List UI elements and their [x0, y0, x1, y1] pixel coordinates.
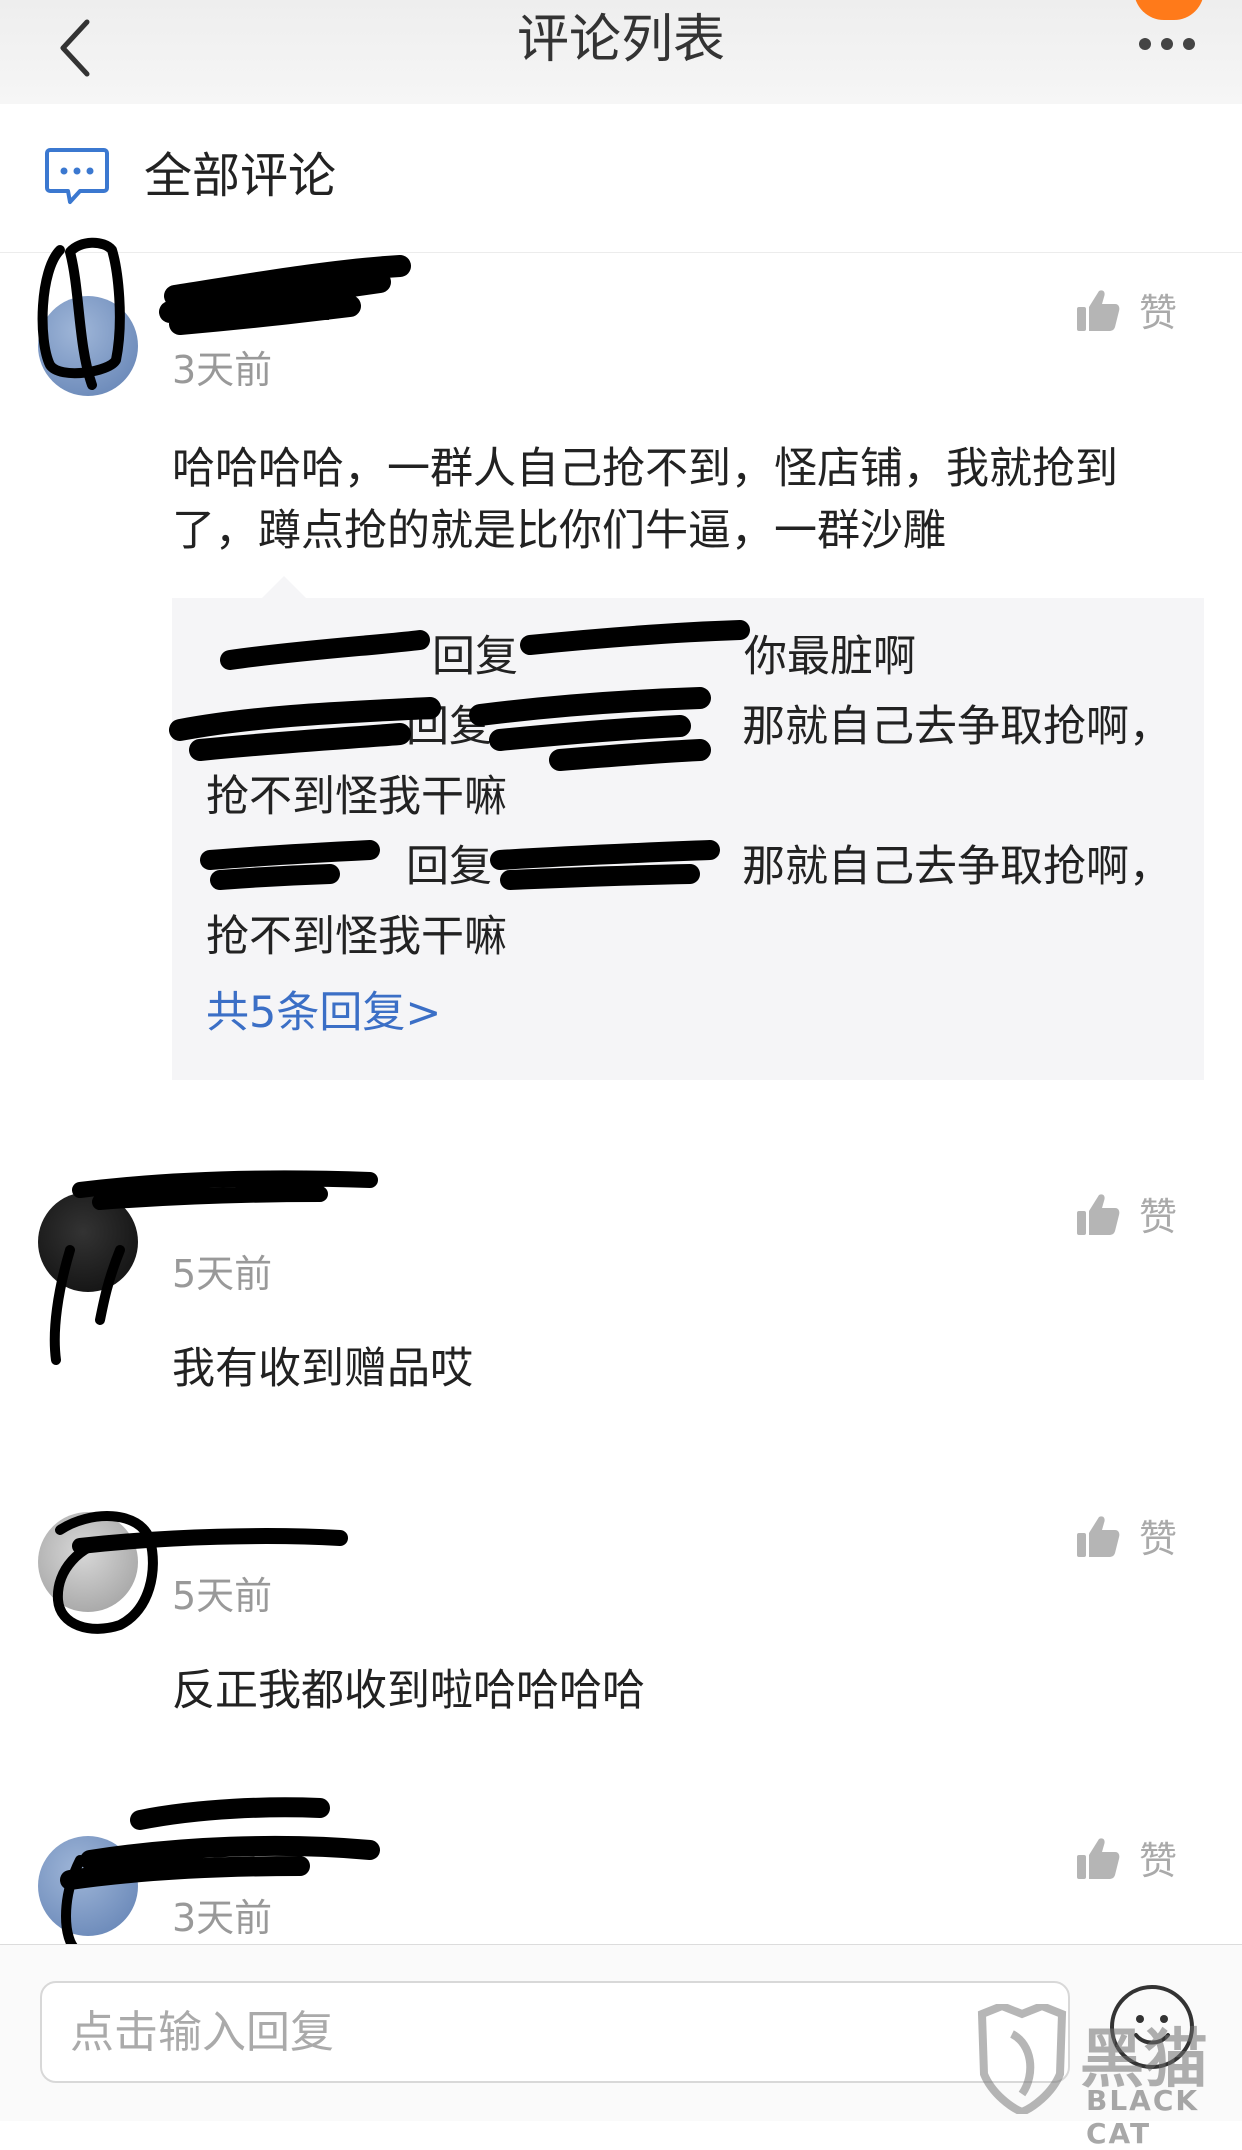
- watermark-en: BLACK CAT: [1086, 2084, 1200, 2150]
- comment-item: 5天前 赞 反正我都收到啦哈哈哈哈: [0, 1482, 1242, 1752]
- reply-item: 回复 那就自己去争取抢啊，抢不到怪我干嘛: [206, 832, 1176, 972]
- like-label: 赞: [1139, 291, 1178, 335]
- username[interactable]: 回紫…27: [172, 282, 343, 332]
- comment-item: 回紫…27 3天前 赞 哈哈哈哈，一群人自己抢不到，怪店铺，我就抢到了，蹲点抢的…: [0, 252, 1242, 1082]
- more-dots-icon: [1139, 38, 1151, 50]
- thumbs-up-icon: [1077, 289, 1120, 331]
- like-button[interactable]: 赞: [1075, 282, 1177, 337]
- comment-text: 反正我都收到啦哈哈哈哈: [172, 1666, 645, 1716]
- watermark-logo: [977, 2004, 1067, 2114]
- avatar[interactable]: [38, 1836, 138, 1936]
- reply-text: 那就自己去争取抢啊，抢不到怪我干嘛: [206, 702, 1172, 822]
- reply-box: 回复 你最脏啊 回复 那就自己去争取抢啊，抢不到怪我干嘛 回复 那就自己去争取抢啊，抢…: [172, 576, 1204, 1080]
- like-button[interactable]: 赞: [1075, 1830, 1177, 1885]
- reply-input[interactable]: [40, 1981, 1070, 2083]
- comment-item: 5天前 赞 我有收到赠品哎: [0, 1160, 1242, 1430]
- more-replies-link[interactable]: 共5条回复>: [206, 978, 441, 1048]
- comment-text: 哈哈哈哈，一群人自己抢不到，怪店铺，我就抢到了，蹲点抢的就是比你们牛逼，一群沙雕: [172, 444, 1118, 556]
- like-button[interactable]: 赞: [1075, 1508, 1177, 1563]
- like-label: 赞: [1139, 1839, 1178, 1883]
- section-title: 全部评论: [144, 148, 337, 204]
- comment-time: 5天前: [172, 1574, 273, 1618]
- like-label: 赞: [1139, 1517, 1178, 1561]
- like-button[interactable]: 赞: [1075, 1186, 1177, 1241]
- reply-word: 回复: [406, 702, 492, 752]
- thumbs-up-icon: [1077, 1193, 1120, 1235]
- comment-time: 3天前: [172, 1896, 273, 1940]
- comment-text: 我有收到赠品哎: [172, 1344, 473, 1394]
- avatar[interactable]: [38, 1512, 138, 1612]
- comment-bubble-icon: [45, 148, 109, 204]
- thumbs-up-icon: [1077, 1837, 1120, 1879]
- reply-text: 那就自己去争取抢啊，抢不到怪我干嘛: [206, 842, 1172, 962]
- page-title: 评论列表: [516, 10, 725, 70]
- reply-word: 回复: [432, 632, 518, 682]
- more-options-button[interactable]: [1122, 14, 1212, 74]
- comment-time: 3天前: [172, 348, 273, 392]
- avatar[interactable]: [38, 296, 138, 396]
- comment-item: 3天前 赞: [0, 1804, 1242, 1944]
- top-nav-bar: 评论列表: [0, 0, 1242, 104]
- avatar[interactable]: [38, 1192, 138, 1292]
- thumbs-up-icon: [1077, 1515, 1120, 1557]
- reply-word: 回复: [406, 842, 492, 892]
- reply-item: 回复 那就自己去争取抢啊，抢不到怪我干嘛: [206, 692, 1176, 832]
- reply-item: 回复 你最脏啊: [206, 622, 1176, 692]
- like-label: 赞: [1139, 1195, 1178, 1239]
- comment-time: 5天前: [172, 1252, 273, 1296]
- reply-text: 你最脏啊: [744, 632, 916, 682]
- section-header: 全部评论: [0, 104, 1242, 253]
